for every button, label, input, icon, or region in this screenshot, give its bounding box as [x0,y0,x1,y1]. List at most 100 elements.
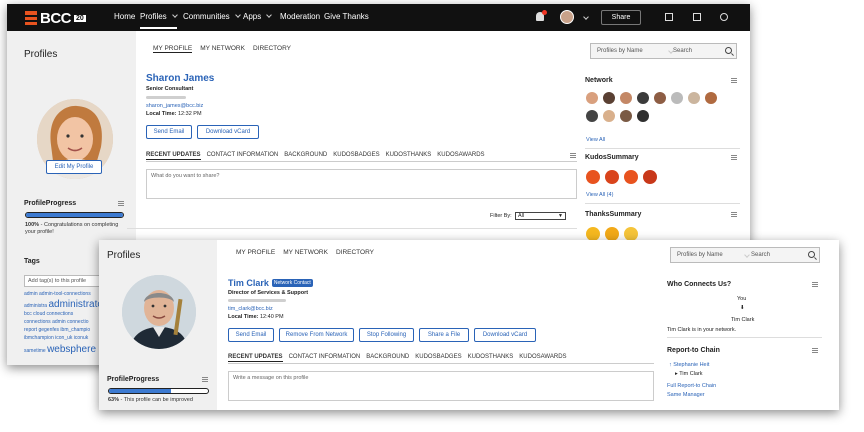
tab-recent-updates[interactable]: RECENT UPDATES [228,354,283,362]
network-member-avatar[interactable] [654,92,666,104]
tab-recent-updates[interactable]: RECENT UPDATES [146,152,201,160]
search-scope-select[interactable]: Profiles by Name [677,252,723,258]
same-manager-link[interactable]: Same Manager [667,392,705,398]
local-time: Local Time: 12:40 PM [228,314,284,320]
search-icon[interactable] [808,251,815,258]
profile-email[interactable]: tim_clark@bcc.biz [228,306,273,312]
tab-kudosbadges[interactable]: KUDOSBADGES [333,152,379,158]
tab-kudosawards[interactable]: KUDOSAWARDS [519,354,566,360]
send-email-button[interactable]: Send Email [228,328,274,342]
tab-directory[interactable]: DIRECTORY [253,45,291,52]
thanks-badge-icon[interactable] [586,227,600,241]
tab-contact-information[interactable]: CONTACT INFORMATION [289,354,361,360]
tab-contact-information[interactable]: CONTACT INFORMATION [207,152,279,158]
section-menu-icon[interactable] [731,212,737,217]
tag-link[interactable]: administra administrator [24,299,106,310]
report-chain-title: Report-to Chain [667,347,720,354]
download-vcard-button[interactable]: Download vCard [474,328,536,342]
tag-link[interactable]: connections admin connectio [24,319,89,325]
nav-give-thanks[interactable]: Give Thanks [324,12,369,21]
tab-kudosthanks[interactable]: KUDOSTHANKS [386,152,432,158]
network-member-avatar[interactable] [603,92,615,104]
tab-my-network[interactable]: MY NETWORK [283,249,328,256]
tag-link[interactable]: admin admin-tool-connections [24,291,91,297]
profile-search[interactable]: Profiles by Name Search [590,43,737,59]
remove-from-network-button[interactable]: Remove From Network [279,328,354,342]
nav-profiles[interactable]: Profiles [140,12,178,29]
tab-kudosthanks[interactable]: KUDOSTHANKS [468,354,514,360]
nav-apps[interactable]: Apps [243,12,273,21]
progress-fill [109,389,172,393]
search-icon[interactable] [725,47,732,54]
full-report-chain-link[interactable]: Full Report-to Chain [667,383,716,389]
share-input[interactable]: Write a message on this profile [228,371,654,401]
kudos-view-all-link[interactable]: View All (4) [586,192,613,198]
kudos-badge-icon[interactable] [586,170,600,184]
connection-you: You [737,296,747,302]
menu-icon[interactable] [693,13,701,21]
help-icon[interactable] [720,13,728,21]
tag-link[interactable]: bcc cloud connections [24,311,73,317]
profile-photo [122,275,196,349]
nav-moderation[interactable]: Moderation [280,12,320,21]
bcc-logo[interactable]: BCC 20 [25,10,101,27]
network-member-avatar[interactable] [637,110,649,122]
share-input[interactable]: What do you want to share? [146,169,577,199]
chevron-down-icon[interactable] [583,14,589,20]
view-all-network-link[interactable]: View All [586,137,605,143]
tab-my-profile[interactable]: MY PROFILE [236,249,275,256]
search-input[interactable]: Search [673,48,692,54]
network-member-avatar[interactable] [705,92,717,104]
kudos-badge-icon[interactable] [624,170,638,184]
tab-directory[interactable]: DIRECTORY [336,249,374,256]
section-menu-icon[interactable] [570,153,576,158]
tab-background[interactable]: BACKGROUND [284,152,327,158]
section-menu-icon[interactable] [202,377,208,382]
nav-home[interactable]: Home [114,12,135,21]
download-vcard-button[interactable]: Download vCard [197,125,259,139]
redacted-phone [146,96,186,99]
network-member-avatar[interactable] [688,92,700,104]
network-member-avatar[interactable] [620,110,632,122]
tab-my-network[interactable]: MY NETWORK [200,45,245,52]
mail-icon[interactable] [665,13,673,21]
network-member-avatar[interactable] [586,110,598,122]
stop-following-button[interactable]: Stop Following [359,328,414,342]
section-menu-icon[interactable] [731,78,737,83]
network-member-avatar[interactable] [603,110,615,122]
search-input[interactable]: Search [751,252,770,258]
filter-select[interactable]: All ▼ [515,212,566,220]
nav-communities[interactable]: Communities [183,12,241,21]
network-member-avatar[interactable] [671,92,683,104]
tag-link[interactable]: sametime websphere [24,344,96,355]
thanks-badge-icon[interactable] [624,227,638,241]
section-menu-icon[interactable] [812,348,818,353]
send-email-button[interactable]: Send Email [146,125,192,139]
edit-profile-button[interactable]: Edit My Profile [46,160,102,174]
user-avatar[interactable] [560,10,574,24]
chain-manager-link[interactable]: ↑ Stephanie Heit [669,362,709,368]
kudos-badge-icon[interactable] [643,170,657,184]
thanks-badge-icon[interactable] [605,227,619,241]
section-menu-icon[interactable] [118,201,124,206]
tab-kudosbadges[interactable]: KUDOSBADGES [415,354,461,360]
tab-background[interactable]: BACKGROUND [366,354,409,360]
tab-my-profile[interactable]: MY PROFILE [153,45,193,53]
section-menu-icon[interactable] [812,282,818,287]
connection-target[interactable]: Tim Clark [731,317,754,323]
network-member-avatar[interactable] [620,92,632,104]
profile-search[interactable]: Profiles by Name Search [670,247,820,263]
profile-email[interactable]: sharon_james@bcc.biz [146,103,203,109]
tag-link[interactable]: report gegenfes ibm_champio [24,327,90,333]
kudos-badge-icon[interactable] [605,170,619,184]
share-file-button[interactable]: Share a File [419,328,469,342]
progress-text: 63% - This profile can be improved [108,397,193,403]
search-scope-select[interactable]: Profiles by Name [597,48,643,54]
divider [228,363,654,364]
tab-kudosawards[interactable]: KUDOSAWARDS [437,152,484,158]
network-member-avatar[interactable] [586,92,598,104]
share-button[interactable]: Share [601,10,641,25]
network-member-avatar[interactable] [637,92,649,104]
section-menu-icon[interactable] [731,155,737,160]
tag-link[interactable]: ibmchampion icon_uk iconuk [24,335,88,341]
